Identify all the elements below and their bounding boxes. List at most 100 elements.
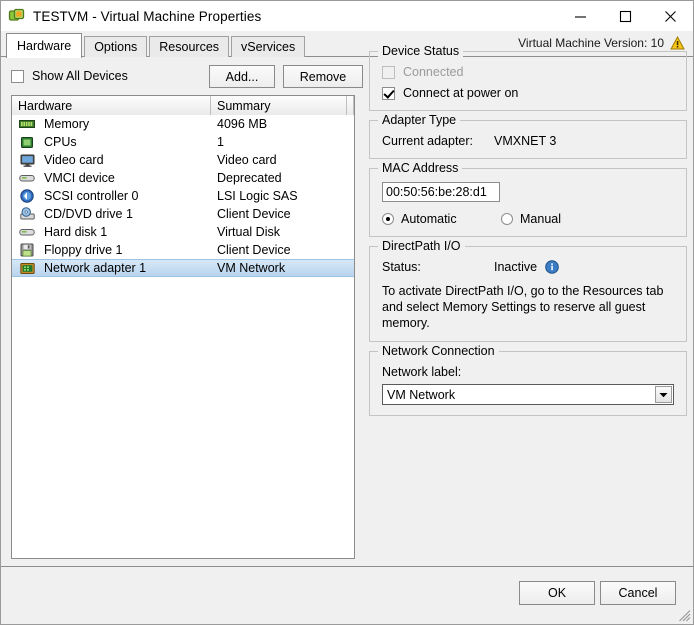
- hardware-summary: 4096 MB: [217, 117, 268, 131]
- table-row[interactable]: Network adapter 1 VM Network: [12, 259, 354, 277]
- hardware-name: CPUs: [44, 135, 77, 149]
- current-adapter-value: VMXNET 3: [494, 134, 557, 148]
- hardware-toolbar: Show All Devices Add... Remove: [11, 63, 363, 89]
- memory-icon: [16, 118, 38, 130]
- scsi-controller-icon: [16, 189, 38, 203]
- column-header-hardware[interactable]: Hardware: [12, 96, 211, 115]
- hardware-list[interactable]: Hardware Summary Memory 4096 MB CPUs 1 V…: [11, 95, 355, 559]
- network-label-dropdown[interactable]: VM Network: [382, 384, 674, 405]
- vm-version-status: Virtual Machine Version: 10: [518, 35, 685, 50]
- directpath-status-value: Inactive: [494, 260, 538, 274]
- ok-button[interactable]: OK: [519, 581, 595, 605]
- network-connection-legend: Network Connection: [378, 344, 499, 358]
- hardware-name: Memory: [44, 117, 90, 131]
- table-row[interactable]: SCSI controller 0 LSI Logic SAS: [12, 187, 354, 205]
- directpath-status-row: Status: Inactive: [382, 260, 674, 274]
- mac-address-legend: MAC Address: [378, 161, 463, 175]
- info-icon[interactable]: [545, 260, 559, 274]
- window-title: TESTVM - Virtual Machine Properties: [33, 8, 262, 24]
- hardware-list-header: Hardware Summary: [12, 96, 354, 115]
- tab-vservices-label: vServices: [241, 40, 296, 54]
- show-all-devices-box: [11, 69, 24, 83]
- network-connection-body: Network label: VM Network: [370, 352, 686, 415]
- vm-version-label: Virtual Machine Version: 10: [518, 36, 664, 50]
- hardware-name: Hard disk 1: [44, 225, 108, 239]
- resize-grip[interactable]: [678, 609, 691, 622]
- connected-box: [382, 65, 395, 79]
- mac-automatic-label: Automatic: [401, 212, 457, 226]
- connect-at-power-on-checkbox[interactable]: Connect at power on: [382, 86, 674, 100]
- floppy-drive-icon: [16, 243, 38, 257]
- table-row[interactable]: Hard disk 1 Virtual Disk: [12, 223, 354, 241]
- hardware-summary: VM Network: [217, 261, 286, 275]
- table-row[interactable]: VMCI device Deprecated: [12, 169, 354, 187]
- hardware-name: VMCI device: [44, 171, 115, 185]
- device-status-legend: Device Status: [378, 44, 464, 58]
- hardware-summary: Deprecated: [217, 171, 282, 185]
- title-bar: TESTVM - Virtual Machine Properties: [1, 1, 693, 31]
- column-header-summary[interactable]: Summary: [211, 96, 347, 115]
- tab-list: Hardware Options Resources vServices: [6, 33, 307, 58]
- current-adapter-label: Current adapter:: [382, 134, 474, 148]
- table-row[interactable]: CD/DVD drive 1 Client Device: [12, 205, 354, 223]
- tab-options[interactable]: Options: [84, 36, 148, 57]
- hardware-pane: Show All Devices Add... Remove Hardware …: [1, 58, 363, 563]
- cpu-icon: [16, 136, 38, 149]
- table-row[interactable]: Floppy drive 1 Client Device: [12, 241, 354, 259]
- mac-manual-label: Manual: [520, 212, 561, 226]
- tab-vservices[interactable]: vServices: [231, 36, 306, 57]
- hardware-summary: Client Device: [217, 243, 291, 257]
- network-label-caption: Network label:: [382, 365, 462, 379]
- vm-properties-window: TESTVM - Virtual Machine Properties Hard…: [0, 0, 694, 625]
- window-controls: [558, 1, 693, 31]
- cancel-button[interactable]: Cancel: [600, 581, 676, 605]
- mac-address-input[interactable]: 00:50:56:be:28:d1: [382, 182, 500, 202]
- hard-disk-icon: [16, 227, 38, 237]
- tab-hardware[interactable]: Hardware: [6, 33, 83, 58]
- tab-resources[interactable]: Resources: [149, 36, 230, 57]
- minimize-button[interactable]: [558, 1, 603, 31]
- adapter-type-group: Adapter Type Current adapter: VMXNET 3: [369, 113, 687, 159]
- directpath-io-group: DirectPath I/O Status: Inactive To activ…: [369, 239, 687, 342]
- table-row[interactable]: CPUs 1: [12, 133, 354, 151]
- mac-mode-radio-group: Automatic Manual: [382, 212, 674, 226]
- device-status-body: Connected Connect at power on: [370, 52, 686, 110]
- vmci-device-icon: [16, 173, 38, 183]
- maximize-button[interactable]: [603, 1, 648, 31]
- connected-label: Connected: [403, 65, 464, 79]
- table-row[interactable]: Memory 4096 MB: [12, 115, 354, 133]
- table-row[interactable]: Video card Video card: [12, 151, 354, 169]
- connect-at-power-on-label: Connect at power on: [403, 86, 519, 100]
- hardware-summary: Virtual Disk: [217, 225, 280, 239]
- mac-address-group: MAC Address 00:50:56:be:28:d1 Automatic …: [369, 161, 687, 237]
- mac-automatic-radio[interactable]: [382, 213, 394, 225]
- hardware-summary: Video card: [217, 153, 277, 167]
- vmware-vm-icon: [8, 7, 26, 25]
- show-all-devices-checkbox[interactable]: Show All Devices: [11, 69, 128, 83]
- add-device-button[interactable]: Add...: [209, 65, 275, 88]
- adapter-type-legend: Adapter Type: [378, 113, 461, 127]
- dialog-footer: OK Cancel: [1, 567, 693, 624]
- chevron-down-icon[interactable]: [655, 386, 672, 403]
- network-adapter-icon: [16, 262, 38, 275]
- column-header-filler: [347, 96, 354, 115]
- directpath-status-label: Status:: [382, 260, 421, 274]
- hardware-name: Network adapter 1: [44, 261, 147, 275]
- video-card-icon: [16, 154, 38, 167]
- tab-options-label: Options: [94, 40, 138, 54]
- remove-device-button[interactable]: Remove: [283, 65, 363, 88]
- directpath-io-body: Status: Inactive To activate DirectPath …: [370, 247, 686, 341]
- hardware-summary: LSI Logic SAS: [217, 189, 298, 203]
- hardware-name: Video card: [44, 153, 104, 167]
- tab-hardware-label: Hardware: [17, 39, 72, 53]
- show-all-devices-label: Show All Devices: [32, 69, 128, 83]
- network-connection-group: Network Connection Network label: VM Net…: [369, 344, 687, 416]
- directpath-note: To activate DirectPath I/O, go to the Re…: [382, 284, 664, 330]
- mac-address-body: 00:50:56:be:28:d1 Automatic Manual: [370, 169, 686, 236]
- mac-manual-radio[interactable]: [501, 213, 513, 225]
- connect-at-power-on-box: [382, 86, 395, 100]
- device-settings-pane: Device Status Connected Connect at power…: [369, 44, 687, 425]
- warning-triangle-icon: [670, 35, 685, 50]
- close-button[interactable]: [648, 1, 693, 31]
- directpath-io-legend: DirectPath I/O: [378, 239, 465, 253]
